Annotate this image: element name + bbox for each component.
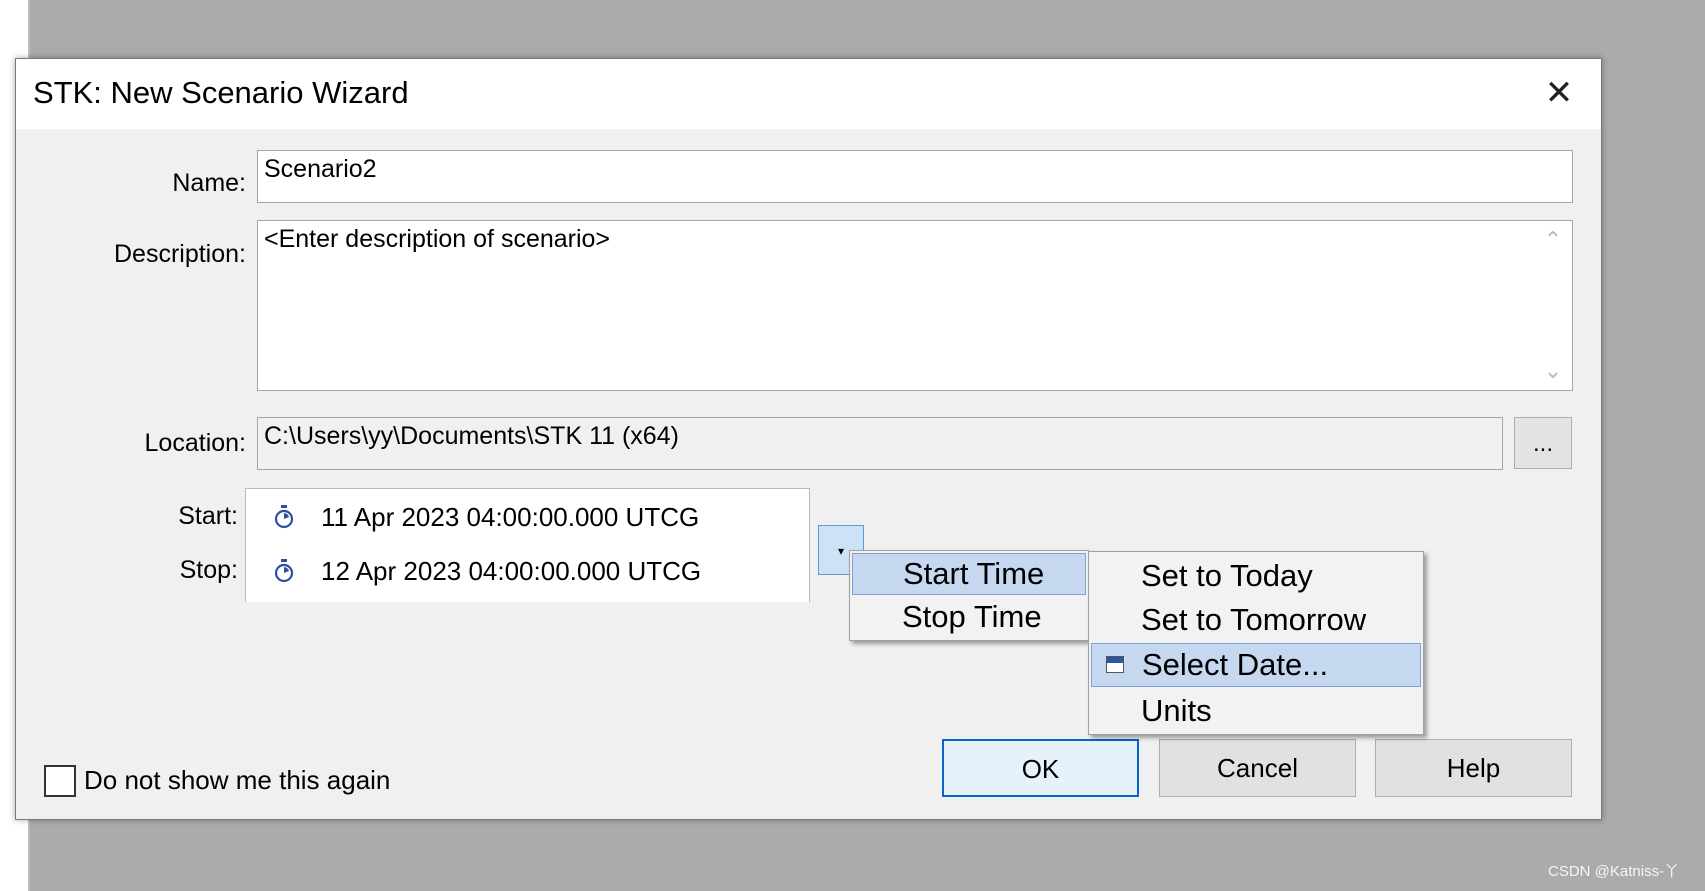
menu-item-label: Start Time (903, 556, 1045, 591)
chevron-down-icon: ▾ (837, 544, 845, 558)
start-label: Start: (178, 502, 238, 530)
ok-button[interactable]: OK (942, 739, 1139, 797)
menu-item-label: Stop Time (902, 599, 1042, 634)
description-textarea[interactable]: <Enter description of scenario> ⌃ ⌄ (257, 220, 1573, 391)
time-submenu: Set to Today Set to Tomorrow Select Date… (1088, 551, 1424, 735)
time-context-menu: Start Time Stop Time (849, 550, 1089, 641)
menu-item-start-time[interactable]: Start Time (852, 553, 1086, 595)
stop-label: Stop: (179, 556, 238, 584)
calendar-icon (1106, 656, 1124, 673)
description-text: <Enter description of scenario> (264, 225, 611, 253)
start-time-value: 11 Apr 2023 04:00:00.000 UTCG (321, 502, 700, 532)
location-label: Location: (144, 429, 246, 457)
name-input[interactable]: Scenario2 (257, 150, 1573, 203)
stopwatch-icon (274, 505, 294, 529)
scroll-down-icon[interactable]: ⌄ (1544, 358, 1562, 384)
menu-item-stop-time[interactable]: Stop Time (852, 597, 1086, 639)
stop-time-row[interactable]: 12 Apr 2023 04:00:00.000 UTCG (246, 548, 809, 598)
menu-item-label: Set to Today (1141, 558, 1313, 593)
menu-item-set-today[interactable]: Set to Today (1091, 554, 1421, 598)
menu-item-label: Select Date... (1142, 647, 1329, 682)
menu-item-label: Set to Tomorrow (1141, 602, 1367, 637)
name-label: Name: (172, 169, 246, 197)
menu-item-units[interactable]: Units (1091, 689, 1421, 733)
title-bar: STK: New Scenario Wizard ✕ (16, 59, 1601, 129)
location-field[interactable]: C:\Users\yy\Documents\STK 11 (x64) (257, 417, 1503, 470)
do-not-show-checkbox[interactable] (44, 765, 76, 797)
stop-time-value: 12 Apr 2023 04:00:00.000 UTCG (321, 556, 702, 586)
help-button[interactable]: Help (1375, 739, 1572, 797)
browse-button[interactable]: ... (1514, 417, 1572, 469)
watermark: CSDN @Katniss-丫 (1548, 863, 1680, 880)
do-not-show-label: Do not show me this again (84, 765, 391, 795)
close-button[interactable]: ✕ (1537, 73, 1581, 113)
time-period-panel: 11 Apr 2023 04:00:00.000 UTCG 12 Apr 202… (245, 488, 810, 602)
description-label: Description: (114, 240, 246, 268)
cancel-button[interactable]: Cancel (1159, 739, 1356, 797)
menu-item-label: Units (1141, 693, 1212, 728)
start-time-row[interactable]: 11 Apr 2023 04:00:00.000 UTCG (246, 494, 809, 544)
scroll-up-icon[interactable]: ⌃ (1544, 227, 1562, 253)
menu-item-select-date[interactable]: Select Date... (1091, 643, 1421, 687)
dialog-title: STK: New Scenario Wizard (33, 75, 409, 110)
menu-item-set-tomorrow[interactable]: Set to Tomorrow (1091, 598, 1421, 642)
stopwatch-icon (274, 559, 294, 583)
